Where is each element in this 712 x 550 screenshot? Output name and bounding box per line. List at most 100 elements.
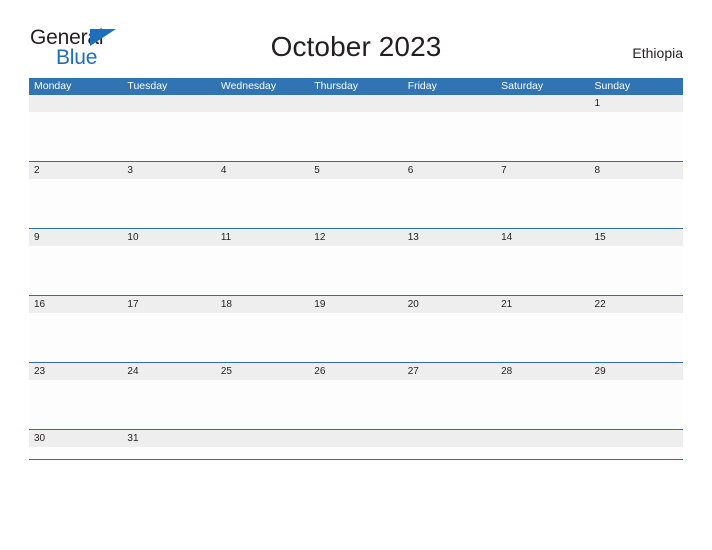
weekday-thursday: Thursday [314,80,359,92]
day-band [589,430,683,447]
day-cell[interactable] [402,430,497,459]
day-cell[interactable]: 28 [496,363,590,429]
day-cell[interactable] [589,430,683,459]
day-number: 16 [34,299,46,310]
day-cell[interactable]: 22 [589,296,683,362]
day-number: 30 [34,433,46,444]
day-band [402,430,497,447]
day-band [29,95,123,112]
day-cell[interactable]: 31 [122,430,216,459]
day-cell[interactable]: 8 [589,162,683,228]
day-cell[interactable]: 30 [29,430,123,459]
day-cell[interactable]: 3 [122,162,216,228]
week-row: 2 3 4 5 6 7 8 [29,162,683,229]
region-label: Ethiopia [632,45,683,61]
day-cell[interactable]: 18 [215,296,310,362]
day-cell[interactable]: 14 [496,229,590,295]
day-cell[interactable]: 7 [496,162,590,228]
day-number: 24 [127,366,139,377]
page-header: General Blue October 2023 Ethiopia [0,0,712,78]
day-band [589,162,683,179]
weekday-sunday: Sunday [594,80,631,92]
day-cell[interactable]: 1 [589,95,683,161]
weekday-tuesday: Tuesday [127,80,168,92]
day-cell[interactable]: 6 [402,162,497,228]
weekday-saturday: Saturday [501,80,544,92]
day-cell[interactable]: 16 [29,296,123,362]
day-band [496,430,590,447]
day-number: 31 [127,433,139,444]
week-row: 16 17 18 19 20 21 22 [29,296,683,363]
page-title: October 2023 [270,31,442,62]
weekday-friday: Friday [407,80,437,92]
day-band [496,95,590,112]
day-cell[interactable] [122,95,216,161]
day-cell[interactable]: 2 [29,162,123,228]
day-cell[interactable]: 4 [215,162,310,228]
day-cell[interactable]: 20 [402,296,497,362]
day-cell[interactable]: 12 [309,229,403,295]
day-cell[interactable] [309,95,403,161]
day-band [215,95,310,112]
day-cell[interactable] [309,430,403,459]
day-number: 11 [220,232,232,243]
day-band [309,162,403,179]
day-cell[interactable]: 24 [122,363,216,429]
day-cell[interactable] [496,430,590,459]
day-number: 9 [34,232,40,243]
day-cell[interactable]: 13 [402,229,497,295]
day-number: 21 [501,299,513,310]
day-number: 29 [594,366,606,377]
day-band [402,95,497,112]
day-band [215,430,310,447]
day-cell[interactable]: 23 [29,363,123,429]
day-cell[interactable]: 27 [402,363,497,429]
day-cell[interactable]: 10 [122,229,216,295]
day-number: 7 [501,165,507,176]
day-number: 28 [501,366,513,377]
day-number: 2 [34,165,40,176]
day-number: 17 [127,299,139,310]
calendar-page: General Blue October 2023 Ethiopia Monda… [0,0,712,550]
day-band [215,162,310,179]
day-number: 26 [314,366,326,377]
day-number: 22 [594,299,606,310]
calendar-grid: Monday Tuesday Wednesday Thursday Friday… [29,78,683,460]
day-cell[interactable]: 11 [215,229,310,295]
day-number: 19 [314,299,326,310]
day-number: 18 [220,299,232,310]
day-number: 13 [407,232,419,243]
day-cell[interactable] [215,95,310,161]
day-cell[interactable]: 25 [215,363,310,429]
day-cell[interactable] [402,95,497,161]
day-cell[interactable]: 19 [309,296,403,362]
day-number: 25 [220,366,232,377]
week-row: 9 10 11 12 13 14 15 [29,229,683,296]
day-number: 4 [220,165,227,176]
day-band [496,162,590,179]
day-number: 14 [501,232,513,243]
day-cell[interactable]: 21 [496,296,590,362]
day-cell[interactable]: 17 [122,296,216,362]
day-cell[interactable] [496,95,590,161]
day-cell[interactable]: 29 [589,363,683,429]
day-band [29,162,123,179]
week-row: 23 24 25 26 27 28 29 [29,363,683,430]
day-band [122,162,216,179]
day-number: 1 [594,98,601,109]
day-band [29,229,123,246]
day-cell[interactable]: 26 [309,363,403,429]
day-band [122,95,216,112]
day-number: 3 [127,165,133,176]
weekday-wednesday: Wednesday [220,80,277,92]
day-cell[interactable] [29,95,123,161]
day-band [589,95,683,112]
day-band [402,162,497,179]
day-number: 10 [127,232,139,243]
day-cell[interactable] [215,430,310,459]
weekday-monday: Monday [34,80,72,92]
week-row: 1 [29,95,683,162]
day-cell[interactable]: 5 [309,162,403,228]
day-cell[interactable]: 9 [29,229,123,295]
day-cell[interactable]: 15 [589,229,683,295]
